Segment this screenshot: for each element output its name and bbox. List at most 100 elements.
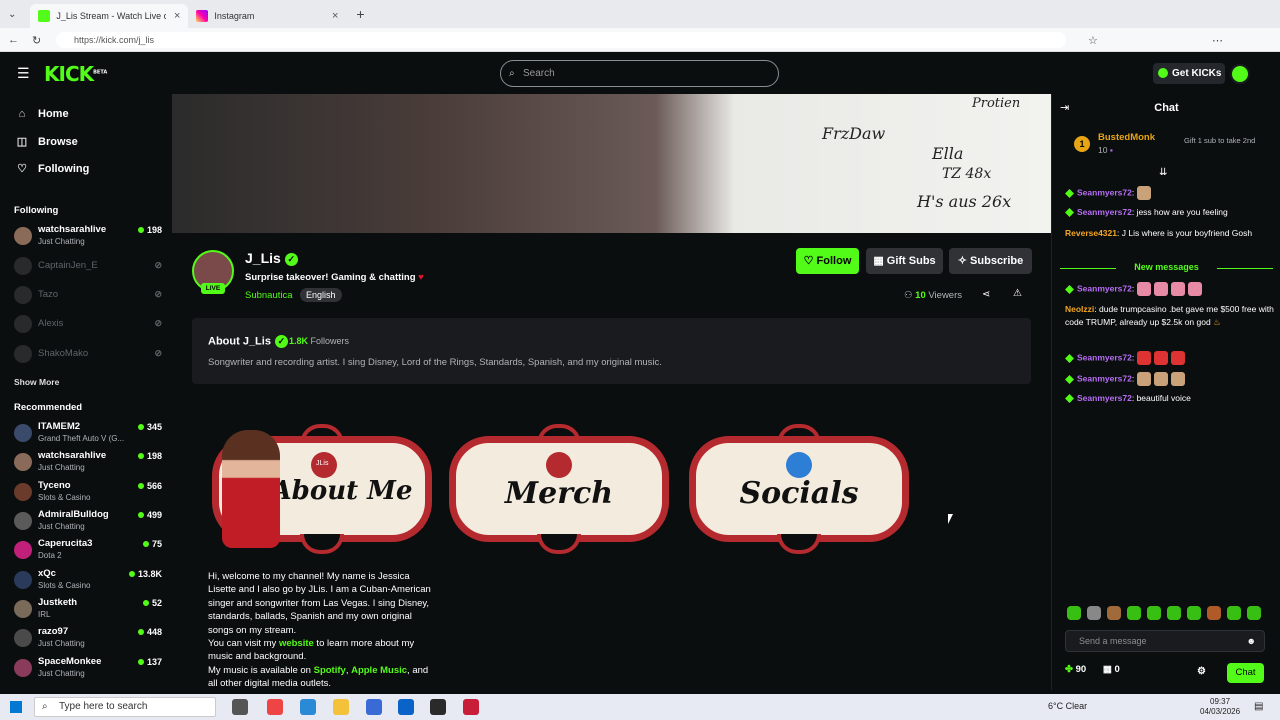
live-dot-icon (137, 453, 144, 459)
sidebar-item-browse[interactable]: ◫ Browse (16, 135, 78, 149)
panel-about-me[interactable]: JLis About Me (212, 424, 432, 554)
explorer-icon[interactable] (333, 699, 349, 715)
chat-username[interactable]: Seanmyers72 (1077, 283, 1132, 293)
video-player[interactable]: Protien FrzDaw Ella TZ 48x H's aus 26x (172, 94, 1051, 233)
emote-icon[interactable] (1127, 606, 1141, 620)
tab-kick[interactable]: J_Lis Stream - Watch Live on K × (30, 4, 189, 28)
hamburger-icon[interactable]: ☰ (17, 65, 30, 82)
edge-icon[interactable] (300, 699, 316, 715)
stream-title: Surprise takeover! Gaming & chatting ♥ (245, 272, 424, 283)
panel-socials[interactable]: Socials (689, 424, 909, 554)
search-input[interactable]: ⌕ Search (500, 60, 779, 87)
chat-username[interactable]: Reverse4321 (1065, 228, 1117, 238)
show-more-link[interactable]: Show More (14, 377, 59, 387)
tab-title: Instagram (214, 11, 255, 21)
report-icon[interactable]: ⚠ (1013, 288, 1022, 299)
kick-logo[interactable]: KICKBETA (44, 62, 107, 86)
verified-icon: ✓ (284, 252, 298, 266)
chat-username[interactable]: Neolzzi (1065, 304, 1094, 314)
share-icon[interactable]: ⋖ (982, 289, 990, 300)
star-icon[interactable]: ☆ (1088, 34, 1098, 47)
follow-button[interactable]: ♡ Follow (796, 248, 859, 274)
chat-username[interactable]: Seanmyers72 (1077, 393, 1132, 403)
close-icon[interactable]: × (174, 10, 180, 22)
chevron-down-icon[interactable]: ⇊ (1159, 167, 1167, 178)
chat-username[interactable]: Seanmyers72 (1077, 352, 1132, 362)
taskbar-search-input[interactable]: ⌕ Type here to search (34, 697, 216, 717)
recommended-channel[interactable]: Tyceno Slots & Casino 566 (14, 480, 162, 506)
get-kicks-button[interactable]: Get KICKs (1153, 63, 1225, 84)
subscribe-button[interactable]: ✧ Subscribe (949, 248, 1032, 274)
emoji-picker-icon[interactable]: ☻ (1247, 631, 1256, 651)
gift-subs-button[interactable]: ▦ Gift Subs (866, 248, 943, 274)
system-clock[interactable]: 09:37 04/03/2026 (1200, 697, 1240, 717)
emote-icon[interactable] (1207, 606, 1221, 620)
spotify-link[interactable]: Spotify (314, 665, 346, 676)
url-field[interactable]: https://kick.com/j_lis (56, 32, 1066, 48)
recommended-channel[interactable]: AdmiralBulldog Just Chatting 499 (14, 509, 162, 535)
windows-start-icon[interactable] (10, 701, 22, 713)
leaderboard-user[interactable]: BustedMonk (1098, 132, 1155, 143)
following-channel[interactable]: Tazo ⊘ (14, 283, 162, 309)
recommended-channel[interactable]: SpaceMonkee Just Chatting 137 (14, 656, 162, 682)
emote-icon[interactable] (1147, 606, 1161, 620)
tab-list-icon[interactable]: ⌄ (8, 9, 16, 20)
about-title: About J_Lis ✓ (208, 335, 288, 348)
language-tag[interactable]: English (300, 288, 342, 302)
emote-icon[interactable] (1107, 606, 1121, 620)
recommended-channel[interactable]: xQc Slots & Casino 13.8K (14, 568, 162, 594)
whiteboard-text: FrzDaw (822, 124, 886, 143)
stream-category-link[interactable]: Subnautica (245, 290, 293, 301)
recommended-channel[interactable]: ITAMEM2 Grand Theft Auto V (G... 345 (14, 421, 162, 447)
recommended-channel[interactable]: watchsarahlive Just Chatting 198 (14, 450, 162, 476)
user-avatar[interactable] (1230, 64, 1250, 84)
settings-icon[interactable]: ⚙ (1197, 666, 1206, 677)
chat-message: Reverse4321: J Lis where is your boyfrie… (1065, 228, 1253, 238)
following-channel[interactable]: CaptainJen_E ⊘ (14, 254, 162, 280)
sidebar-item-home[interactable]: ⌂ Home (16, 108, 69, 120)
recommended-channel[interactable]: Caperucita3 Dota 2 75 (14, 538, 162, 564)
close-icon[interactable]: × (332, 10, 338, 22)
recommended-channel[interactable]: razo97 Just Chatting 448 (14, 626, 162, 652)
viewer-count-value: 499 (146, 510, 162, 520)
terminal-icon[interactable] (430, 699, 446, 715)
chat-username[interactable]: Seanmyers72 (1077, 207, 1132, 217)
emote-icon (1136, 351, 1151, 365)
following-channel[interactable]: watchsarahlive Just Chatting 198 (14, 224, 162, 250)
chrome-icon[interactable] (267, 699, 283, 715)
menu-dots-icon[interactable]: ⋯ (1212, 34, 1223, 47)
back-icon[interactable]: ← (8, 34, 19, 46)
emote-icon[interactable] (1227, 606, 1241, 620)
website-link[interactable]: website (279, 638, 314, 649)
reload-icon[interactable]: ↻ (32, 34, 41, 47)
apple-music-link[interactable]: Apple Music (351, 665, 407, 676)
send-chat-button[interactable]: Chat (1227, 663, 1264, 683)
weather-widget[interactable]: 6°C Clear (1048, 701, 1087, 711)
store-icon[interactable] (366, 699, 382, 715)
following-channel[interactable]: Alexis ⊘ (14, 312, 162, 338)
new-tab-icon[interactable]: + (356, 6, 364, 22)
jlis-badge-icon: JLis (311, 452, 337, 478)
notifications-icon[interactable]: ▤ (1254, 701, 1263, 712)
sidebar-item-following[interactable]: ♡ Following (16, 162, 89, 176)
tab-instagram[interactable]: Instagram × (188, 4, 346, 28)
new-messages-divider[interactable]: New messages (1060, 262, 1273, 274)
chat-username[interactable]: Seanmyers72 (1077, 373, 1132, 383)
task-view-icon[interactable] (232, 699, 248, 715)
chat-message-input[interactable]: Send a message ☻ (1065, 630, 1265, 652)
kicks-count[interactable]: 90 (1076, 664, 1087, 675)
gifts-count[interactable]: 0 (1114, 664, 1119, 675)
outlook-icon[interactable] (398, 699, 414, 715)
emote-icon[interactable] (1067, 606, 1081, 620)
app-icon[interactable] (463, 699, 479, 715)
emote-icon[interactable] (1167, 606, 1181, 620)
panel-merch[interactable]: Merch (449, 424, 669, 554)
emote-icon[interactable] (1187, 606, 1201, 620)
following-channel[interactable]: ShakoMako ⊘ (14, 342, 162, 368)
chat-username[interactable]: Seanmyers72 (1077, 187, 1132, 197)
emote-icon[interactable] (1247, 606, 1261, 620)
emote-icon[interactable] (1087, 606, 1101, 620)
channel-category: Dota 2 (38, 551, 62, 560)
emote-icon (1136, 282, 1151, 296)
recommended-channel[interactable]: Justketh IRL 52 (14, 597, 162, 623)
